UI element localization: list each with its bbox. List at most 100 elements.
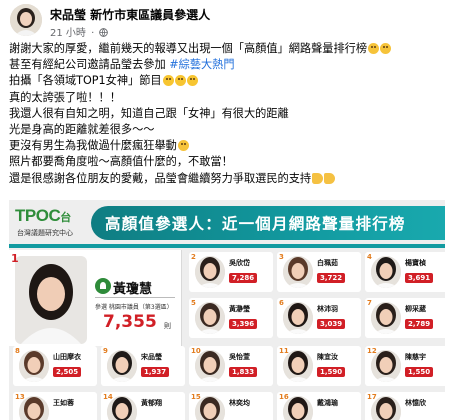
rank-number: 15 xyxy=(191,393,201,401)
candidate-photo xyxy=(283,256,313,288)
candidate-name: 吳怡萱 xyxy=(229,353,250,361)
candidate-name: 柳采葳 xyxy=(405,305,426,313)
laughing-emoji-icon xyxy=(368,43,380,54)
rank-number: 17 xyxy=(367,393,377,401)
candidate-name: 宋品瑩 xyxy=(141,353,162,361)
candidate-photo xyxy=(195,302,225,334)
rank-number: 16 xyxy=(279,393,289,401)
candidate-name: 楊寶楨 xyxy=(405,259,426,267)
candidate-score: 7,355 xyxy=(103,312,157,332)
post-line: 更沒有男生為我做過什麼瘋狂舉動 xyxy=(9,138,445,154)
author-name[interactable]: 宋品瑩 新竹市東區議員參選人 xyxy=(50,6,210,23)
candidate-name: 王如蓉 xyxy=(53,399,74,407)
candidate-district: 參選 桃園市議員（第3選區） xyxy=(95,304,173,311)
laughing-emoji-icon xyxy=(380,43,392,54)
candidate-photo xyxy=(371,256,401,288)
sweat-emoji-icon xyxy=(186,75,198,87)
candidate-score: 3,722 xyxy=(317,273,346,283)
candidate-score: 7,286 xyxy=(229,273,258,283)
candidate-score: 2,789 xyxy=(405,319,434,329)
candidate-name: 陳慈宇 xyxy=(405,353,426,361)
rank-card: 11 陳宜汝 1,590 xyxy=(277,346,361,386)
rank-card: 13 王如蓉 xyxy=(13,392,97,420)
candidate-score: 1,833 xyxy=(229,367,258,377)
candidate-name: 山田摩衣 xyxy=(53,353,81,361)
rank-card: 7 柳采葳 2,789 xyxy=(365,298,445,338)
title-underline xyxy=(9,244,445,248)
post-meta: 21 小時 · xyxy=(50,24,109,39)
candidate-score: 3,691 xyxy=(405,273,434,283)
rank-card: 15 林奕均 xyxy=(189,392,273,420)
candidate-name: 白珮茹 xyxy=(317,259,338,267)
rank-card: 12 陳慈宇 1,550 xyxy=(365,346,445,386)
rank-card: 8 山田摩衣 2,505 xyxy=(13,346,97,386)
rank-card: 2 吳欣岱 7,286 xyxy=(189,252,273,292)
rank-number: 13 xyxy=(15,393,25,401)
candidate-name: 黃郁翔 xyxy=(141,399,162,407)
rank-number: 7 xyxy=(367,299,372,307)
candidate-score: 3,039 xyxy=(317,319,346,329)
candidate-score: 1,590 xyxy=(317,367,346,377)
laughing-emoji-icon xyxy=(177,140,189,152)
candidate-name: 林沛羽 xyxy=(317,305,338,313)
rank-number: 10 xyxy=(191,347,201,355)
rank-card: 4 楊寶楨 3,691 xyxy=(365,252,445,292)
post-line: 還是很感謝各位朋友的愛戴，品瑩會繼續努力爭取選民的支持 xyxy=(9,171,445,187)
rank-card: 3 白珮茹 3,722 xyxy=(277,252,361,292)
rank-number: 2 xyxy=(191,253,196,261)
post-line: 光是身高的距離就差很多～～ xyxy=(9,123,155,137)
candidate-name: 吳欣岱 xyxy=(229,259,250,267)
rank-number: 9 xyxy=(103,347,108,355)
candidate-name: 陳宜汝 xyxy=(317,353,338,361)
score-unit: 則 xyxy=(164,322,171,330)
post-line: 甚至有經紀公司邀請品瑩去參加 #綜藝大熱門 xyxy=(9,58,235,72)
candidate-photo xyxy=(107,350,137,382)
flexed-arm-icon xyxy=(312,172,324,184)
author-avatar[interactable] xyxy=(10,4,42,36)
post-line: 我還人很有自知之明，知道自己跟「女神」有很大的距離 xyxy=(9,106,289,120)
rank-card: 16 戴鴻瑜 xyxy=(277,392,361,420)
candidate-score: 1,550 xyxy=(405,367,434,377)
post-body: 謝謝大家的厚愛，繼前幾天的報導又出現一個「高顏值」網路聲量排行榜 甚至有經紀公司… xyxy=(9,41,445,187)
candidate-score: 3,396 xyxy=(229,319,258,329)
ranking-title: 高顏值參選人：近一個月網路聲量排行榜 xyxy=(105,215,406,233)
candidate-photo xyxy=(371,302,401,334)
post-line: 真的太誇張了啦！！！ xyxy=(9,90,121,104)
rank-card: 9 宋品瑩 1,937 xyxy=(101,346,185,386)
rank-number: 12 xyxy=(367,347,377,355)
post-line: 照片都要喬角度啦～高顏值什麼的，不敢當！ xyxy=(9,155,233,169)
tpoc-logo: TPOC台 台灣議題研究中心 xyxy=(15,206,91,240)
rank-card: 17 林憶欣 xyxy=(365,392,445,420)
candidate-name: 林奕均 xyxy=(229,399,250,407)
rank-number: 14 xyxy=(103,393,113,401)
candidate-name: 林憶欣 xyxy=(405,399,426,407)
rank-number: 1 xyxy=(11,252,19,265)
tpoc-logo-subtitle: 台灣議題研究中心 xyxy=(17,229,73,237)
ranking-title-band: 高顏值參選人：近一個月網路聲量排行榜 xyxy=(91,206,445,240)
candidate-photo xyxy=(283,302,313,334)
post-time[interactable]: 21 小時 xyxy=(50,28,86,39)
candidate-photo xyxy=(195,256,225,288)
rank-card: 5 黃瀞瑩 3,396 xyxy=(189,298,273,338)
rank-number: 5 xyxy=(191,299,196,307)
candidate-photo xyxy=(19,350,49,382)
candidate-name: 黃瀞瑩 xyxy=(229,305,250,313)
rank-card: 6 林沛羽 3,039 xyxy=(277,298,361,338)
hashtag-link[interactable]: #綜藝大熱門 xyxy=(169,58,234,71)
rank-number: 8 xyxy=(15,347,20,355)
rank-1-card: 1 黃瓊慧 參選 桃園市議員（第3選區） 7,355 則 xyxy=(9,250,182,346)
rank-number: 4 xyxy=(367,253,372,261)
tpoc-logo-text: TPOC台 xyxy=(15,206,71,225)
globe-icon[interactable] xyxy=(99,28,109,37)
party-logo-icon xyxy=(95,278,111,294)
candidate-score: 1,937 xyxy=(141,367,170,377)
meta-separator: · xyxy=(91,28,95,39)
divider xyxy=(95,297,175,298)
post-line: 拍攝「各領域TOP1女神」節目 xyxy=(9,73,445,89)
rank-card: 14 黃郁翔 xyxy=(101,392,185,420)
rank-number: 11 xyxy=(279,347,289,355)
candidate-score: 2,505 xyxy=(53,367,82,377)
ranking-infographic[interactable]: TPOC台 台灣議題研究中心 高顏值參選人：近一個月網路聲量排行榜 1 黃瓊慧 … xyxy=(9,200,445,420)
rank-card: 10 吳怡萱 1,833 xyxy=(189,346,273,386)
rank-number: 3 xyxy=(279,253,284,261)
